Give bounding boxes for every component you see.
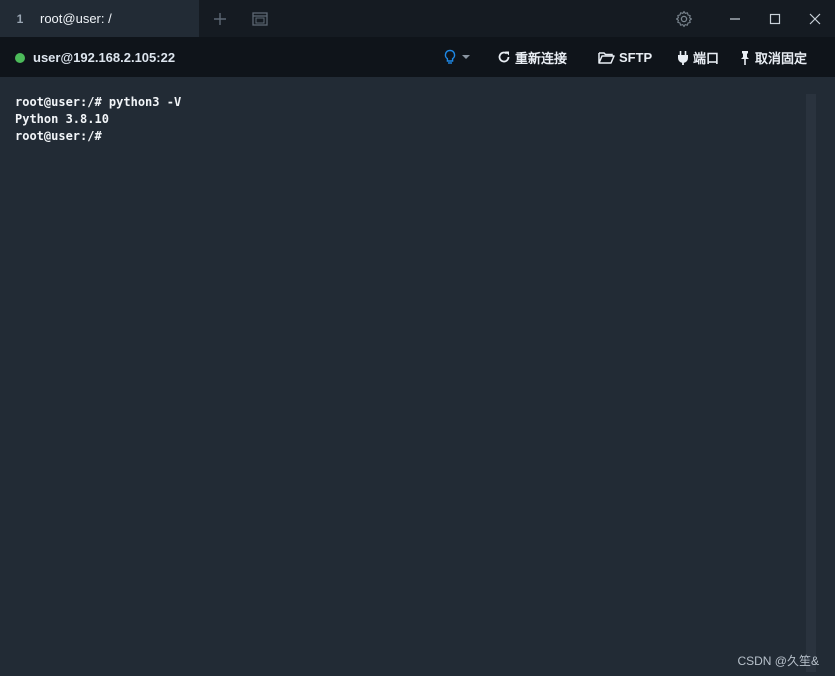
tab-title: root@user: / xyxy=(40,11,112,26)
minimize-button[interactable] xyxy=(717,0,753,37)
plug-icon xyxy=(678,50,688,65)
terminal-line: Python 3.8.10 xyxy=(15,112,109,126)
gear-icon xyxy=(675,10,693,27)
lightbulb-icon xyxy=(444,49,456,64)
tab-active[interactable]: 1 root@user: / xyxy=(0,0,199,37)
terminal-output[interactable]: root@user:/# python3 -V Python 3.8.10 root… xyxy=(15,94,181,145)
maximize-button[interactable] xyxy=(757,0,793,37)
tab-index: 1 xyxy=(16,11,24,26)
port-label: 端口 xyxy=(693,50,720,66)
close-button[interactable] xyxy=(797,0,833,37)
unpin-button[interactable]: 取消固定 xyxy=(739,37,807,77)
terminal-scrollbar[interactable] xyxy=(806,94,816,672)
new-window-button[interactable] xyxy=(242,0,278,37)
terminal-line: root@user:/# python3 -V xyxy=(15,95,182,109)
close-icon xyxy=(809,13,821,24)
minimize-icon xyxy=(730,17,740,20)
terminal-line: root@user:/# xyxy=(15,129,102,143)
caret-down-icon xyxy=(462,55,470,59)
connection-status-dot xyxy=(15,53,25,63)
sftp-label: SFTP xyxy=(619,49,653,65)
settings-button[interactable] xyxy=(666,0,702,37)
reconnect-label: 重新连接 xyxy=(515,50,568,66)
title-bar: 1 root@user: / xyxy=(0,0,835,37)
watermark: CSDN @久笙& xyxy=(737,654,819,668)
hint-dropdown[interactable] xyxy=(443,37,475,77)
unpin-label: 取消固定 xyxy=(755,50,808,66)
maximize-icon xyxy=(769,13,781,24)
refresh-icon xyxy=(498,51,510,63)
plus-icon xyxy=(214,12,226,25)
new-tab-button[interactable] xyxy=(202,0,238,37)
port-button[interactable]: 端口 xyxy=(677,37,719,77)
pin-icon xyxy=(741,50,749,65)
window-icon xyxy=(252,11,268,26)
connection-label: user@192.168.2.105:22 xyxy=(33,50,176,65)
reconnect-button[interactable]: 重新连接 xyxy=(497,37,567,77)
folder-open-icon xyxy=(598,51,615,64)
sftp-button[interactable]: SFTP xyxy=(598,37,652,77)
